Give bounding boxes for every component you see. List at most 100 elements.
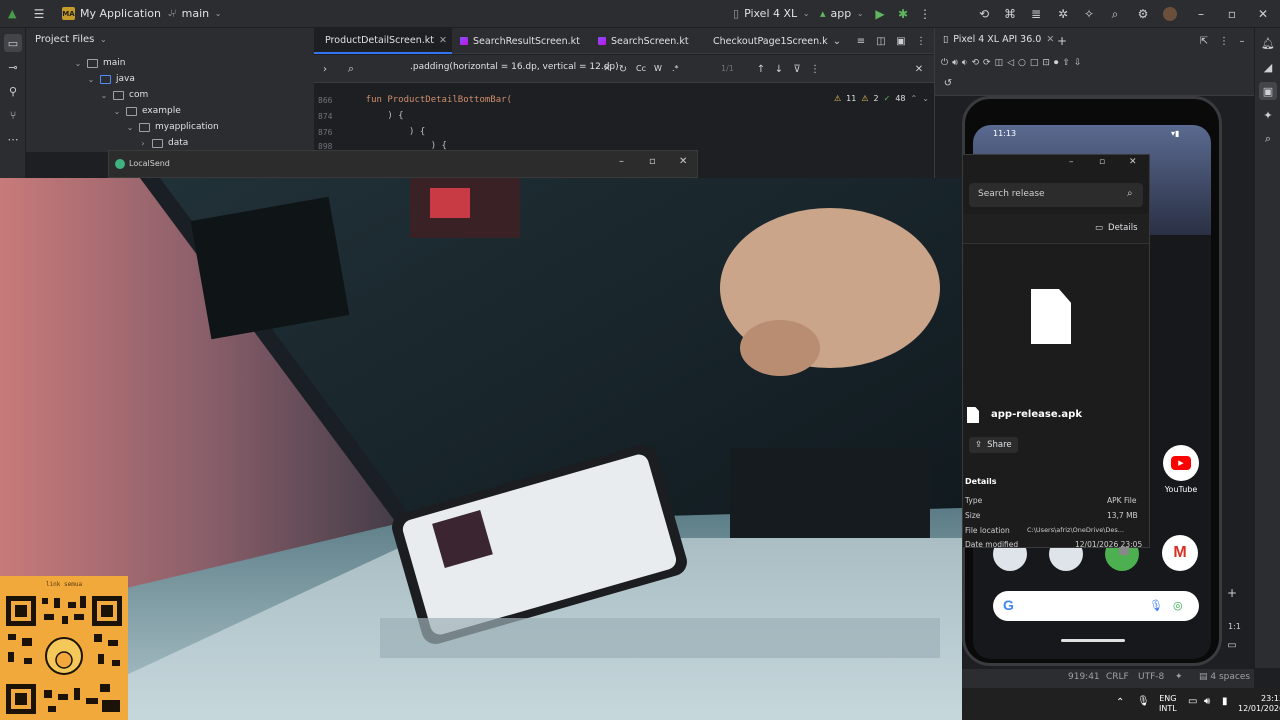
clear-icon[interactable]: ✕ [600, 62, 614, 76]
chevron-down-icon[interactable]: ⌄ [922, 94, 929, 103]
close-tab-icon[interactable]: ✕ [439, 35, 447, 46]
device-manager-icon[interactable]: ⌘ [1003, 7, 1017, 21]
volume-up-icon[interactable]: 🔊︎ [952, 58, 958, 68]
sync-icon[interactable]: ⟲ [977, 7, 991, 21]
indent-setting[interactable]: ▤ 4 spaces [1199, 672, 1250, 682]
fold-icon[interactable]: ◫ [995, 58, 1004, 68]
tree-item[interactable]: ⌄ main [74, 55, 126, 71]
add-device-icon[interactable]: + [1055, 34, 1069, 48]
rotate-right-icon[interactable]: ⟳ [983, 58, 991, 68]
branch-switcher[interactable]: ⑂ main ⌄ [170, 7, 222, 20]
filter-icon[interactable]: ⊽ [790, 62, 804, 76]
overview-icon[interactable]: □ [1030, 58, 1039, 68]
minimize-icon[interactable]: – [1069, 157, 1074, 167]
microphone-icon[interactable]: 🎙︎ [1137, 696, 1150, 707]
view-details-icon[interactable] [1119, 547, 1129, 555]
more-icon[interactable]: ⋮ [918, 7, 932, 21]
resource-manager-icon[interactable]: ⚲ [4, 82, 22, 100]
tree-item[interactable]: ⌄ com [100, 87, 149, 103]
screenshot-icon[interactable]: ⊡ [1042, 58, 1050, 68]
maximize-icon[interactable]: ▫ [1099, 157, 1105, 167]
zoom-actual-size[interactable]: 1:1 [1228, 622, 1241, 631]
zoom-in-icon[interactable]: + [1225, 586, 1239, 600]
close-icon[interactable]: ✕ [1129, 157, 1137, 167]
avatar[interactable] [1163, 7, 1177, 21]
pull-request-icon[interactable]: ⑂ [4, 106, 22, 124]
commit-icon[interactable]: ⊸ [4, 58, 22, 76]
design-view-icon[interactable]: ▣ [894, 34, 908, 48]
restore-icon[interactable]: ▫ [1225, 7, 1239, 21]
inspection-widget[interactable]: ⚠ 11 ⚠ 2 ✓ 48 ⌃ ⌄ [834, 94, 929, 103]
main-menu-icon[interactable]: ☰ [32, 7, 46, 21]
tab-checkout-page-screen[interactable]: CheckoutPage1Screen.k [702, 28, 828, 54]
notifications-icon[interactable]: 🔔︎ [1259, 34, 1277, 52]
line-separator[interactable]: CRLF [1106, 672, 1129, 682]
upload-icon[interactable]: ⇧ [1062, 58, 1070, 68]
gradle-icon[interactable]: ◢ [1259, 58, 1277, 76]
lens-icon[interactable]: ◎ [1173, 599, 1183, 612]
fit-screen-icon[interactable]: ▭ [1225, 638, 1239, 652]
minimize-icon[interactable]: – [1194, 7, 1208, 21]
gmail-app-icon[interactable]: M [1162, 535, 1198, 571]
mic-icon[interactable]: 🎙︎ [1149, 599, 1163, 612]
search-icon[interactable]: ⌕ [1108, 7, 1122, 21]
battery-icon[interactable]: ▮ [1222, 696, 1228, 707]
history-icon[interactable]: ↺ [941, 76, 955, 90]
details-button[interactable]: ▭ Details [1095, 223, 1138, 233]
editorconfig-icon[interactable]: ✦ [1175, 672, 1183, 682]
sdk-manager-icon[interactable]: ≣ [1029, 7, 1043, 21]
split-view-icon[interactable]: ◫ [874, 34, 888, 48]
minimize-icon[interactable]: – [619, 156, 624, 167]
running-devices-icon[interactable]: ▣ [1259, 82, 1277, 100]
history-icon[interactable]: ↻ [616, 62, 630, 76]
project-switcher[interactable]: MA My Application ⌄ [62, 7, 174, 20]
debug-icon[interactable]: ✱ [896, 7, 910, 21]
close-icon[interactable]: ✕ [1256, 7, 1270, 21]
device-explorer-icon[interactable]: ⌕ [1259, 130, 1277, 148]
match-case-toggle[interactable]: Cc [636, 64, 646, 73]
record-icon[interactable]: ⏺ [1054, 58, 1059, 68]
external-link-icon[interactable]: ⇱ [1197, 34, 1211, 48]
google-search-bar[interactable]: G 🎙︎ ◎ [993, 591, 1199, 621]
file-encoding[interactable]: UTF-8 [1138, 672, 1164, 682]
gemini-icon[interactable]: ✧ [1082, 7, 1096, 21]
tab-search-result-screen[interactable]: SearchResultScreen.kt [454, 28, 589, 54]
chevron-up-icon[interactable]: ⌃ [911, 94, 918, 103]
network-icon[interactable]: ▭ [1188, 696, 1197, 707]
find-input[interactable]: .padding(horizontal = 16.dp, vertical = … [410, 62, 619, 72]
tab-product-detail-screen[interactable]: ProductDetailScreen.kt ✕ [314, 28, 452, 54]
rotate-left-icon[interactable]: ⟲ [971, 58, 979, 68]
tree-item[interactable]: › data [139, 135, 188, 151]
more-icon[interactable]: ⋮ [808, 62, 822, 76]
close-find-icon[interactable]: ✕ [912, 62, 926, 76]
tab-device[interactable]: ▯ Pixel 4 XL API 36.0 ✕ [943, 34, 1054, 45]
settings-gear-icon[interactable]: ⚙ [1136, 7, 1150, 21]
tree-item[interactable]: ⌄ myapplication [126, 119, 219, 135]
tree-item[interactable]: ⌄ example [113, 103, 181, 119]
search-box[interactable]: Search release ⌕ [969, 183, 1143, 207]
chevron-up-icon[interactable]: ⌃ [1116, 697, 1124, 708]
volume-down-icon[interactable]: 🔉︎ [962, 58, 968, 68]
project-view-selector[interactable]: Project Files ⌄ [35, 34, 107, 45]
more-icon[interactable]: ⋯ [4, 130, 22, 148]
minimize-panel-icon[interactable]: – [1235, 34, 1249, 48]
tabs-dropdown-icon[interactable]: ⌄ [830, 34, 844, 48]
power-icon[interactable]: ⏻ [941, 58, 948, 68]
previous-match-icon[interactable]: ↑ [754, 62, 768, 76]
volume-icon[interactable]: 🔊︎ [1204, 696, 1210, 707]
system-clock[interactable]: 23:13 12/01/2026 [1238, 694, 1280, 714]
home-icon[interactable]: ○ [1018, 58, 1026, 68]
next-match-icon[interactable]: ↓ [772, 62, 786, 76]
whole-word-toggle[interactable]: W [654, 64, 662, 73]
caret-position[interactable]: 919:41 [1068, 672, 1100, 682]
code-line[interactable]: ) { [344, 127, 425, 137]
tab-search-screen[interactable]: SearchScreen.kt [592, 28, 700, 54]
run-icon[interactable]: ▶ [873, 7, 887, 21]
code-view-icon[interactable]: ≡ [854, 34, 868, 48]
close-icon[interactable]: ✕ [679, 156, 687, 167]
back-icon[interactable]: ◁ [1007, 58, 1014, 68]
search-input[interactable]: Search release [978, 189, 1045, 199]
folder-icon[interactable]: ▭ [4, 34, 22, 52]
download-icon[interactable]: ⇩ [1074, 58, 1082, 68]
tree-item[interactable]: ⌄ java [87, 71, 135, 87]
